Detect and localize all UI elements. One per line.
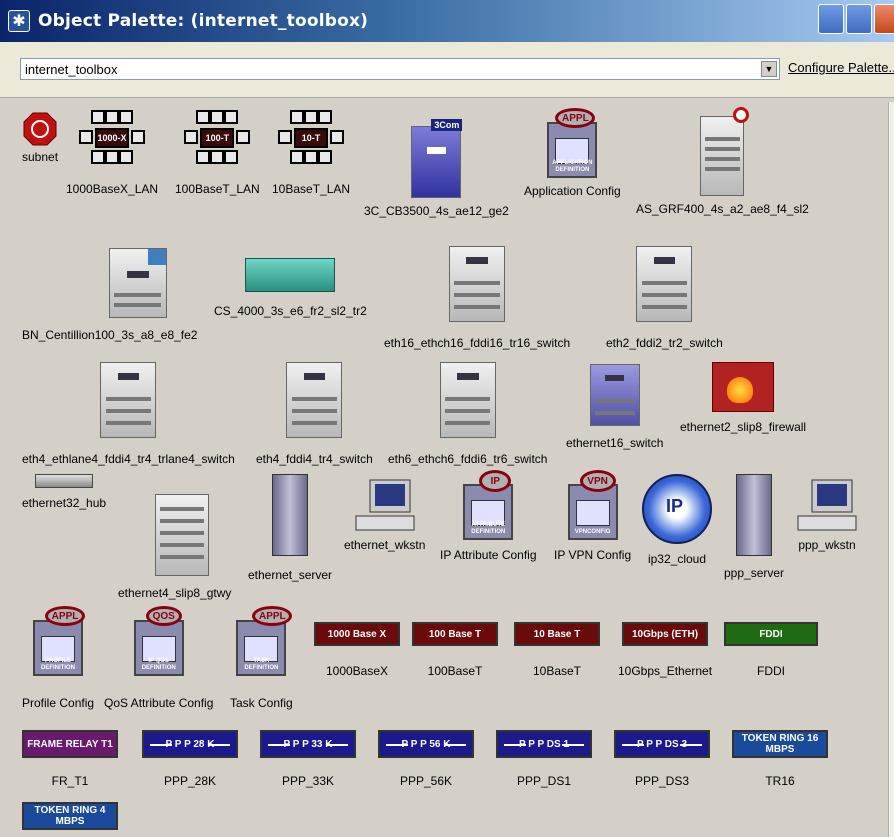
palette-item-cs-4000[interactable]: CS_4000_3s_e6_fr2_sl2_tr2 [214,258,367,318]
palette-item-ip-attribute-config[interactable]: IP ATTRIBUTE DEFINITION IP Attribute Con… [440,470,537,562]
link-icon: 100 Base T [412,622,498,646]
minimize-button[interactable] [818,4,844,34]
maximize-button[interactable] [846,4,872,34]
palette-item-link-tr4[interactable]: TOKEN RING 4 MBPS [22,802,118,830]
link-icon: P P P DS 3 [614,730,710,758]
close-button[interactable] [874,4,894,34]
switch-icon [589,364,640,426]
link-icon: FRAME RELAY T1 [22,730,118,758]
ip-vpn-config-icon: VPN VPNCONFIG [567,470,618,540]
palette-item-ethernet32-hub[interactable]: ethernet32_hub [22,474,106,510]
profile-config-icon: APPL PROFILE DEFINITION [33,606,86,676]
palette-item-firewall[interactable]: ethernet2_slip8_firewall [680,362,806,434]
lan-icon: 10-T [276,108,346,168]
title-bar: ✱ Object Palette: (internet_toolbox) [0,0,894,42]
subnet-icon [23,112,57,146]
object-palette: subnet 1000-X 1000BaseX_LAN 100-T 100Bas… [0,98,894,837]
palette-item-eth16-switch[interactable]: eth16_ethch16_fddi16_tr16_switch [384,246,570,350]
workstation-icon [797,479,857,531]
switch-icon [286,362,343,438]
scrollbar[interactable] [888,102,894,837]
link-icon: FDDI [724,622,818,646]
chevron-down-icon[interactable]: ▼ [761,61,777,77]
palette-item-ethernet-wkstn[interactable]: ethernet_wkstn [344,478,425,552]
palette-item-3c-cb3500[interactable]: 3Com 3C_CB3500_4s_ae12_ge2 [364,119,509,218]
palette-item-ppp-server[interactable]: ppp_server [724,474,784,580]
palette-item-profile-config[interactable]: APPL PROFILE DEFINITION Profile Config [22,606,94,710]
palette-item-link-10gbps[interactable]: 10Gbps (ETH) 10Gbps_Ethernet [618,622,712,678]
palette-item-ppp-wkstn[interactable]: ppp_wkstn [794,478,860,552]
palette-select-value: internet_toolbox [25,61,118,77]
switch-icon [449,246,506,322]
link-icon: P P P 56 K [378,730,474,758]
palette-item-link-10baset[interactable]: 10 Base T 10BaseT [514,622,600,678]
task-config-icon: APPL TASK DEFINITION [236,606,293,676]
window-controls [818,4,894,34]
palette-item-eth6-switch[interactable]: eth6_ethch6_fddi6_tr6_switch [388,362,547,466]
palette-item-qos-config[interactable]: QOS IP QOS DEFINITION QoS Attribute Conf… [104,606,213,710]
palette-item-link-fddi[interactable]: FDDI FDDI [724,622,818,678]
ip-attribute-config-icon: IP ATTRIBUTE DEFINITION [463,470,514,540]
link-icon: 1000 Base X [314,622,400,646]
lan-icon: 1000-X [77,108,147,168]
palette-item-1000basex-lan[interactable]: 1000-X 1000BaseX_LAN [66,108,158,196]
palette-item-ethernet16-switch[interactable]: ethernet16_switch [566,364,663,450]
palette-item-link-tr16[interactable]: TOKEN RING 16 MBPS TR16 [732,730,828,788]
switch-icon [245,258,336,292]
palette-item-gtwy[interactable]: ethernet4_slip8_gtwy [118,494,231,600]
link-icon: P P P 33 K [260,730,356,758]
palette-item-application-config[interactable]: APPL APPLICATION DEFINITION Application … [524,108,621,198]
link-icon: P P P 28 K [142,730,238,758]
palette-item-ip-vpn-config[interactable]: VPN VPNCONFIG IP VPN Config [554,470,631,562]
link-icon: 10 Base T [514,622,600,646]
palette-select[interactable]: internet_toolbox ▼ [20,58,780,80]
firewall-icon [712,362,775,412]
palette-item-task-config[interactable]: APPL TASK DEFINITION Task Config [230,606,293,710]
router-icon [154,494,209,576]
palette-item-eth4-switch[interactable]: eth4_fddi4_tr4_switch [256,362,373,466]
switch-icon [636,246,693,322]
palette-item-link-fr-t1[interactable]: FRAME RELAY T1 FR_T1 [22,730,118,788]
palette-item-ethernet-server[interactable]: ethernet_server [248,474,332,582]
palette-item-as-grf400[interactable]: AS_GRF400_4s_a2_ae8_f4_sl2 [636,107,809,216]
router-icon [700,107,750,196]
toolbar: internet_toolbox ▼ Configure Palette... [0,42,894,98]
palette-item-link-ppp-28k[interactable]: P P P 28 K PPP_28K [142,730,238,788]
switch-icon [108,248,167,318]
application-config-icon: APPL APPLICATION DEFINITION [547,108,598,178]
palette-item-100baset-lan[interactable]: 100-T 100BaseT_LAN [175,108,260,196]
palette-item-ip32-cloud[interactable]: IP ip32_cloud [642,474,712,566]
palette-icon: ✱ [8,10,30,32]
workstation-icon [355,479,415,531]
palette-item-link-ppp-ds1[interactable]: P P P DS 1 PPP_DS1 [496,730,592,788]
link-icon: P P P DS 1 [496,730,592,758]
palette-item-subnet[interactable]: subnet [22,112,58,164]
link-icon: TOKEN RING 16 MBPS [732,730,828,758]
palette-item-10baset-lan[interactable]: 10-T 10BaseT_LAN [272,108,350,196]
cloud-icon: IP [642,474,712,544]
qos-config-icon: QOS IP QOS DEFINITION [133,606,184,676]
server-icon [736,474,773,556]
palette-item-eth2-switch[interactable]: eth2_fddi2_tr2_switch [606,246,723,350]
palette-item-link-ppp-33k[interactable]: P P P 33 K PPP_33K [260,730,356,788]
window-title: Object Palette: (internet_toolbox) [38,11,369,31]
link-icon: TOKEN RING 4 MBPS [22,802,118,830]
palette-item-bn-centillion[interactable]: BN_Centillion100_3s_a8_e8_fe2 [22,248,197,342]
hub-icon [35,474,94,488]
lan-icon: 100-T [182,108,252,168]
palette-item-link-100baset[interactable]: 100 Base T 100BaseT [412,622,498,678]
switch-icon: 3Com [411,119,463,198]
palette-item-link-ppp-56k[interactable]: P P P 56 K PPP_56K [378,730,474,788]
palette-item-eth4-ethlane4-switch[interactable]: eth4_ethlane4_fddi4_tr4_trlane4_switch [22,362,235,466]
configure-palette-button[interactable]: Configure Palette... [788,60,894,75]
switch-icon [439,362,496,438]
palette-item-link-ppp-ds3[interactable]: P P P DS 3 PPP_DS3 [614,730,710,788]
palette-item-link-1000basex[interactable]: 1000 Base X 1000BaseX [314,622,400,678]
server-icon [272,474,309,556]
link-icon: 10Gbps (ETH) [622,622,709,646]
switch-icon [100,362,157,438]
